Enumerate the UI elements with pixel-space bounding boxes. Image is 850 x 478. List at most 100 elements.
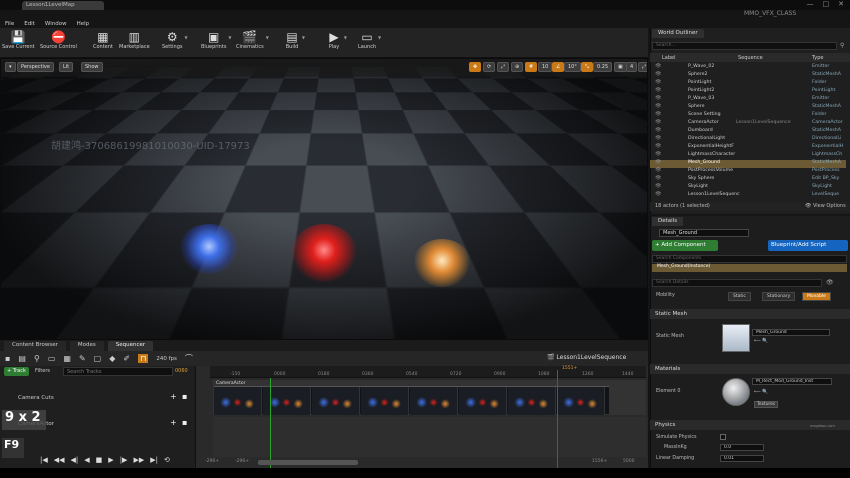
add-track-button[interactable]: + Track	[4, 367, 29, 376]
outliner-row[interactable]: 👁 Sphere2 StaticMeshA	[650, 72, 846, 80]
track-camera-cuts[interactable]: Camera Cuts	[18, 395, 54, 401]
playback-start-marker[interactable]	[270, 378, 271, 468]
camera-speed-value[interactable]: 4	[626, 62, 638, 72]
grid-snap-value[interactable]: 10	[538, 62, 553, 72]
camera-cut-options-icon[interactable]: ▪	[182, 392, 187, 401]
menu-edit[interactable]: Edit	[24, 21, 35, 27]
menu-help[interactable]: Help	[77, 21, 90, 27]
end-frame-marker[interactable]: 1551+	[562, 366, 577, 371]
perspective-button[interactable]: Perspective	[17, 62, 54, 72]
tab-sequencer[interactable]: Sequencer	[107, 340, 154, 351]
textures-button[interactable]: Textures	[754, 401, 778, 408]
linear-damping-field[interactable]: 0.01	[720, 455, 764, 462]
world-icon[interactable]: ⊕	[511, 62, 524, 72]
visibility-icon[interactable]: 👁	[655, 144, 661, 149]
visibility-icon[interactable]: 👁	[655, 136, 661, 141]
render-icon[interactable]: ▦	[63, 354, 71, 363]
jump-start-button[interactable]: |◀	[40, 456, 48, 464]
visibility-icon[interactable]: 👁	[655, 128, 661, 133]
cinematics-button[interactable]: 🎬 Cinematics ▼	[236, 29, 269, 57]
column-label[interactable]: Label	[662, 55, 676, 61]
outliner-row[interactable]: 👁 CameraActor Lesson1LevelSequence CameraAc…	[650, 120, 846, 128]
current-frame[interactable]: 0060	[175, 368, 188, 374]
scale-snap-icon[interactable]: ⤡	[581, 62, 594, 72]
material-field[interactable]: M_Rect_Mod_Ground_Inst	[752, 378, 832, 385]
view-icon[interactable]: 👁	[826, 279, 834, 286]
outliner-row[interactable]: 👁 Sphere StaticMeshA	[650, 104, 846, 112]
outliner-row[interactable]: 👁 ExponentialHeightF ExponentialH	[650, 144, 846, 152]
view-options-button[interactable]: 👁 View Options	[805, 203, 846, 209]
next-key-button[interactable]: |▶	[120, 456, 128, 464]
use-selected-material-icon[interactable]: ⟵ 🔍	[754, 390, 768, 395]
camera-actor-track-lane[interactable]	[213, 417, 646, 457]
snap-icon[interactable]: ⊓	[138, 354, 149, 363]
visibility-icon[interactable]: 👁	[655, 160, 661, 165]
visibility-icon[interactable]: 👁	[655, 112, 661, 117]
maximize-viewport-icon[interactable]: ⤢	[638, 62, 647, 72]
tab-modes[interactable]: Modes	[69, 340, 104, 351]
source-control-button[interactable]: ⛔ Source Control	[40, 29, 77, 57]
column-type[interactable]: Type	[812, 55, 823, 61]
search-tracks-input[interactable]: Search Tracks	[63, 367, 173, 376]
key-icon[interactable]: ◆	[109, 354, 115, 363]
outliner-row[interactable]: 👁 PostProcessVolume PostProcess	[650, 168, 846, 176]
fps-dropdown[interactable]: 240 fps	[156, 356, 177, 362]
camera-actor-options-icon[interactable]: ▪	[182, 418, 187, 427]
actor-name-field[interactable]: Mesh_Ground	[659, 229, 749, 237]
red-vfx-orb[interactable]	[291, 224, 357, 282]
visibility-icon[interactable]: 👁	[655, 64, 661, 69]
save-current-button[interactable]: 💾 Save Current	[2, 29, 35, 57]
mobility-static[interactable]: Static	[728, 292, 751, 301]
viewport-menu-button[interactable]: ▾	[5, 62, 16, 72]
rotation-snap-icon[interactable]: ∠	[552, 62, 565, 72]
mesh-thumbnail[interactable]	[722, 324, 750, 352]
materials-section[interactable]: Materials	[650, 364, 850, 374]
outliner-row[interactable]: 👁 PointLight Folder	[650, 80, 846, 88]
wrench-icon[interactable]: ✎	[79, 354, 86, 363]
blue-vfx-orb[interactable]	[179, 224, 239, 274]
visibility-icon[interactable]: 👁	[655, 96, 661, 101]
gold-vfx-orb[interactable]	[413, 239, 471, 287]
loop-button[interactable]: ⟲	[164, 456, 170, 464]
search-components-input[interactable]: Search Components	[652, 255, 847, 263]
search-icon[interactable]: ⚲	[34, 354, 40, 363]
mobility-stationary[interactable]: Stationary	[762, 292, 796, 301]
camera-cut-clip[interactable]	[214, 386, 609, 415]
level-tab[interactable]: Lesson1LevelMap	[22, 1, 104, 10]
move-icon[interactable]: ✥	[469, 62, 482, 72]
camera-icon[interactable]: ▭	[48, 354, 56, 363]
playback-end-marker[interactable]	[557, 370, 558, 468]
column-sequence[interactable]: Sequence	[738, 55, 763, 61]
outliner-row[interactable]: 👁 DirectionalLight DirectionalLi	[650, 136, 846, 144]
filters-button[interactable]: Filters	[35, 368, 50, 374]
prev-key-button[interactable]: ◀|	[71, 456, 79, 464]
fast-forward-button[interactable]: ▶▶	[133, 456, 144, 464]
marketplace-button[interactable]: ▥ Marketplace	[119, 29, 150, 57]
play-button[interactable]: ▶ Play ▼	[326, 29, 347, 57]
static-mesh-section[interactable]: Static Mesh	[650, 309, 850, 319]
camera-speed-icon[interactable]: ▣	[614, 62, 627, 72]
blueprints-button[interactable]: ▣ Blueprints ▼	[201, 29, 231, 57]
static-mesh-field[interactable]: Mesh_Ground	[752, 329, 830, 336]
content-button[interactable]: ▦ Content	[93, 29, 113, 57]
outliner-row[interactable]: 👁 Mesh_Ground StaticMeshA	[650, 160, 846, 168]
visibility-icon[interactable]: 👁	[655, 184, 661, 189]
visibility-icon[interactable]: 👁	[655, 120, 661, 125]
simulate-physics-checkbox[interactable]	[720, 434, 726, 440]
visibility-icon[interactable]: 👁	[655, 192, 661, 197]
menu-file[interactable]: File	[5, 21, 14, 27]
mass-field[interactable]: 0.0	[720, 444, 764, 451]
visibility-icon[interactable]: 👁	[655, 104, 661, 109]
timeline-scrollbar[interactable]	[258, 460, 358, 465]
visibility-icon[interactable]: 👁	[655, 152, 661, 157]
visibility-icon[interactable]: 👁	[655, 88, 661, 93]
level-viewport[interactable]: ▾ Perspective Lit Show ✥ ⟳ ⤢ ⊕ # 10 ∠ 10…	[0, 58, 648, 340]
details-tab[interactable]: Details	[652, 217, 684, 226]
outliner-row[interactable]: 👁 Sky Sphere Edit BP_Sky	[650, 176, 846, 184]
visibility-icon[interactable]: 👁	[655, 72, 661, 77]
use-selected-icon[interactable]: ⟵ 🔍	[754, 339, 768, 344]
material-thumbnail[interactable]	[722, 378, 750, 406]
add-camera-cut-button[interactable]: +	[170, 392, 177, 401]
launch-button[interactable]: ▭ Launch ▼	[358, 29, 381, 57]
world-outliner-tab[interactable]: World Outliner	[652, 29, 704, 38]
